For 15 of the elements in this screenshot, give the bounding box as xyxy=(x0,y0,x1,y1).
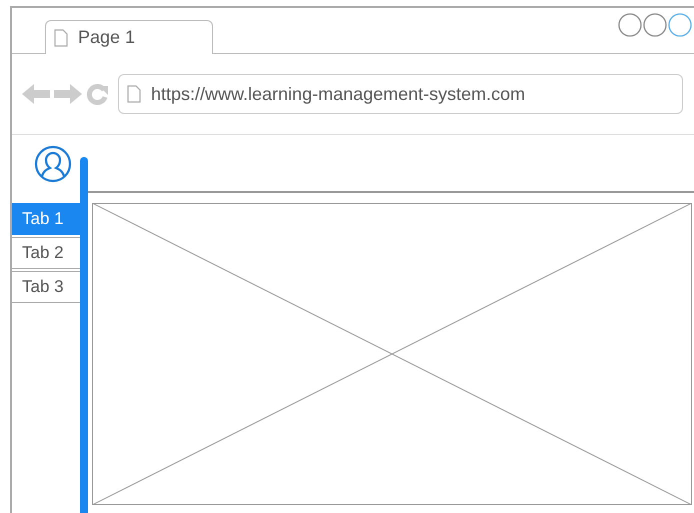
side-tab[interactable]: Tab 3 xyxy=(12,271,80,303)
window-control-icon[interactable] xyxy=(618,13,642,37)
window-control-icon[interactable] xyxy=(643,13,667,37)
page-icon xyxy=(127,85,141,103)
user-icon[interactable] xyxy=(34,145,72,183)
back-icon[interactable] xyxy=(22,83,50,105)
forward-icon[interactable] xyxy=(54,83,82,105)
browser-tab[interactable]: Page 1 xyxy=(45,20,213,54)
window-control-icon[interactable] xyxy=(668,13,692,37)
reload-icon[interactable] xyxy=(86,83,108,105)
side-tab[interactable]: Tab 2 xyxy=(12,237,80,269)
url-field[interactable]: https://www.learning-management-system.com xyxy=(118,74,683,114)
page-icon xyxy=(54,28,68,46)
tab-title: Page 1 xyxy=(78,27,136,48)
side-tab[interactable]: Tab 1 xyxy=(12,203,80,235)
